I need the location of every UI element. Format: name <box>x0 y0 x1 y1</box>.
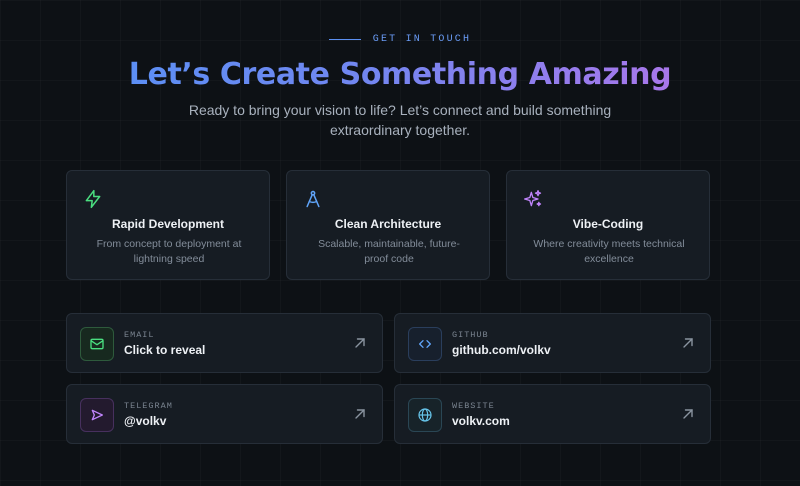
page-title: Let’s Create Something Amazing <box>0 56 800 94</box>
contact-card-telegram[interactable]: TELEGRAM @volkv <box>66 384 383 444</box>
contact-label: EMAIL <box>124 330 155 340</box>
page-subtitle: Ready to bring your vision to life? Let’… <box>188 102 612 138</box>
arrow-up-right-icon <box>355 409 365 419</box>
website-icon-box <box>408 398 442 432</box>
email-icon-box <box>80 327 114 361</box>
globe-icon <box>418 408 432 422</box>
contact-value: @volkv <box>124 414 167 428</box>
eyebrow-text: GET IN TOUCH <box>372 34 472 45</box>
github-icon-box <box>408 327 442 361</box>
sparkles-icon <box>524 190 542 207</box>
feature-title: Rapid Development <box>111 217 225 231</box>
arrow-up-right-icon <box>683 409 693 419</box>
contact-value: Click to reveal <box>124 343 206 357</box>
compass-icon <box>306 190 320 208</box>
feature-description: From concept to deployment at lightning … <box>96 238 242 265</box>
eyebrow-line <box>328 39 361 40</box>
contact-card-email[interactable]: EMAIL Click to reveal <box>66 313 383 373</box>
feature-card-rapid-development: Rapid Development From concept to deploy… <box>66 170 270 280</box>
arrow-up-right-icon <box>355 338 365 348</box>
contact-label: WEBSITE <box>452 401 495 411</box>
feature-title: Vibe-Coding <box>572 217 644 231</box>
lightning-icon <box>85 189 101 209</box>
contact-value: volkv.com <box>452 414 510 428</box>
section-eyebrow: GET IN TOUCH <box>0 34 800 45</box>
contact-card-website[interactable]: WEBSITE volkv.com <box>394 384 711 444</box>
contact-value: github.com/volkv <box>452 343 551 357</box>
telegram-icon-box <box>80 398 114 432</box>
code-icon <box>419 340 431 348</box>
feature-description: Where creativity meets technical excelle… <box>533 238 685 265</box>
contact-card-github[interactable]: GITHUB github.com/volkv <box>394 313 711 373</box>
feature-title: Clean Architecture <box>334 217 442 231</box>
contact-label: TELEGRAM <box>124 401 173 411</box>
arrow-up-right-icon <box>683 338 693 348</box>
send-icon <box>91 409 103 421</box>
page-title-text: Let’s Create Something Amazing <box>128 57 672 92</box>
mail-icon <box>90 338 104 350</box>
contact-label: GITHUB <box>452 330 489 340</box>
feature-description: Scalable, maintainable, future-proof cod… <box>318 238 460 265</box>
feature-card-vibe-coding: Vibe-Coding Where creativity meets techn… <box>506 170 710 280</box>
feature-card-clean-architecture: Clean Architecture Scalable, maintainabl… <box>286 170 490 280</box>
